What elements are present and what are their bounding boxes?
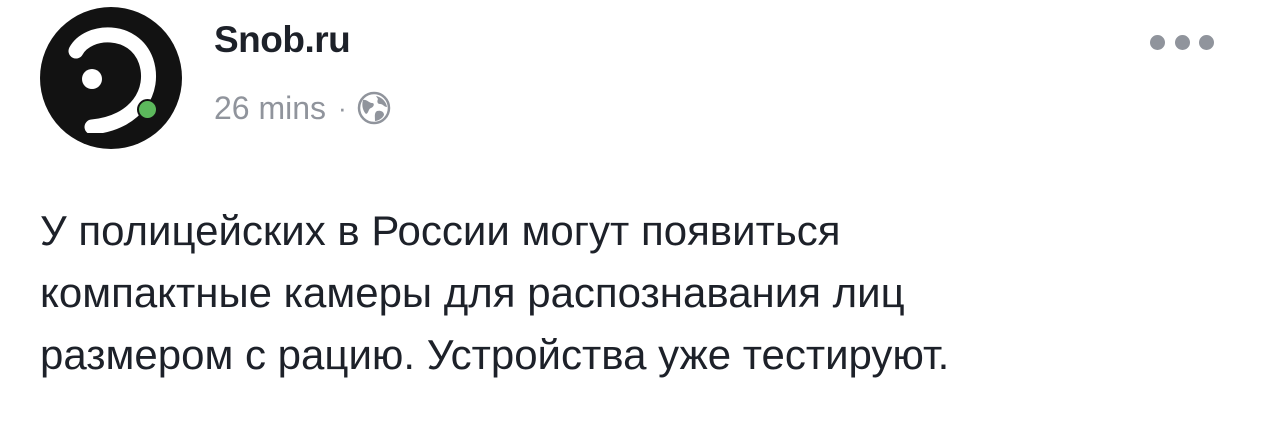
timestamp[interactable]: 26 mins <box>214 90 326 127</box>
post-text-line: компактные камеры для распознавания лиц <box>40 269 905 316</box>
status-dot <box>137 99 158 120</box>
page-name[interactable]: Snob.ru <box>214 19 351 61</box>
feed-post: Snob.ru 26 mins · У полицейских в России… <box>0 0 1280 437</box>
post-text-line: У полицейских в России могут появиться <box>40 207 841 254</box>
more-dot <box>1150 34 1165 50</box>
avatar[interactable] <box>40 7 182 149</box>
post-text-line: размером с рацию. Устройства уже тестиру… <box>40 331 950 378</box>
more-dot <box>1174 34 1190 50</box>
more-dot <box>1199 34 1214 50</box>
globe-icon[interactable] <box>357 91 391 125</box>
more-options-icon[interactable] <box>1150 25 1214 59</box>
meta-separator: · <box>338 92 347 123</box>
post-meta: 26 mins · <box>214 87 391 129</box>
post-text: У полицейских в России могут появиться к… <box>40 200 1240 386</box>
post-header: Snob.ru 26 mins · <box>40 7 1240 152</box>
